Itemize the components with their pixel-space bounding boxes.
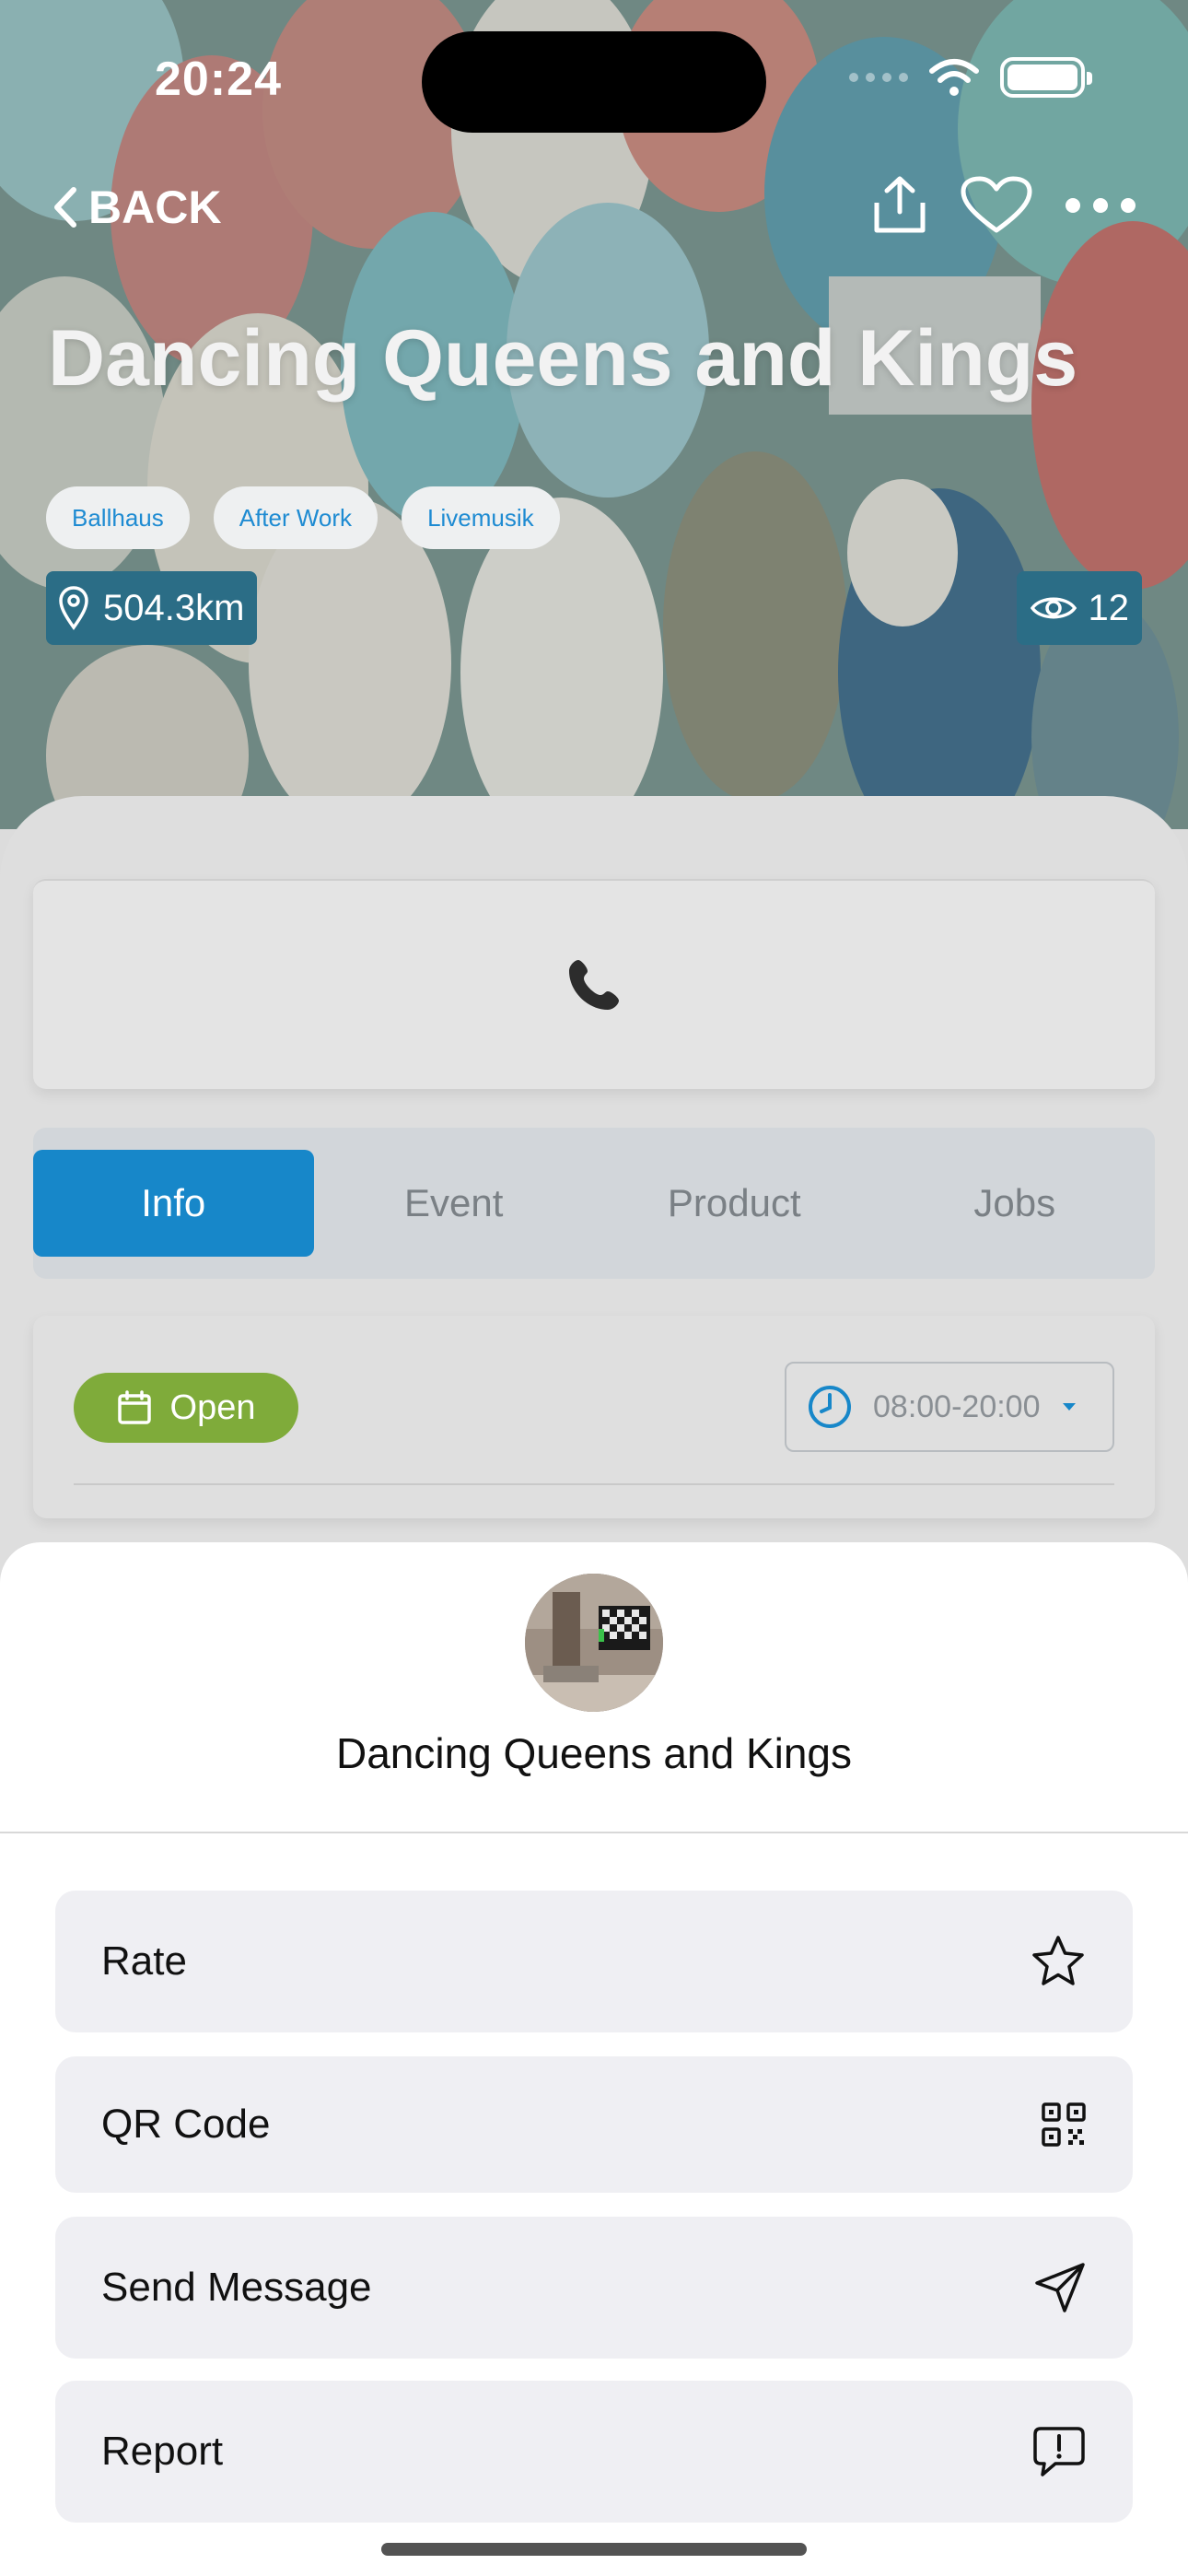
venue-title: Dancing Queens and Kings (48, 314, 1078, 403)
tab-product[interactable]: Product (594, 1150, 875, 1257)
rate-button[interactable]: Rate (55, 1891, 1133, 2032)
calendar-icon (117, 1390, 151, 1424)
caret-down-icon (1062, 1403, 1076, 1411)
share-icon[interactable] (871, 175, 928, 236)
tab-event[interactable]: Event (314, 1150, 595, 1257)
location-pin-icon (59, 586, 88, 631)
home-indicator[interactable] (381, 2543, 807, 2556)
views-count: 12 (1088, 587, 1130, 628)
report-button[interactable]: Report (55, 2381, 1133, 2523)
status-icons (849, 57, 1092, 98)
qr-code-button[interactable]: QR Code (55, 2056, 1133, 2193)
qr-code-icon (1042, 2102, 1086, 2147)
tab-bar: Info Event Product Jobs (33, 1128, 1155, 1279)
hours-dropdown[interactable]: 08:00-20:00 (785, 1362, 1114, 1452)
report-icon (1033, 2427, 1085, 2476)
distance-badge: 504.3km (46, 571, 258, 645)
dynamic-island (422, 31, 766, 133)
chevron-left-icon (54, 187, 76, 228)
views-badge: 12 (1016, 571, 1142, 645)
call-card[interactable] (33, 879, 1155, 1089)
status-time: 20:24 (155, 53, 282, 106)
action-label: Send Message (101, 2265, 372, 2310)
tag-chip[interactable]: Ballhaus (46, 486, 190, 549)
battery-icon (1000, 57, 1092, 98)
action-sheet-title: Dancing Queens and Kings (335, 1729, 853, 1777)
cellular-signal-icon (849, 73, 908, 82)
wifi-icon (929, 59, 979, 96)
tag-chip[interactable]: Livemusik (402, 486, 560, 549)
action-label: Rate (101, 1938, 187, 1984)
eye-icon (1030, 597, 1077, 619)
hours-range: 08:00-20:00 (873, 1388, 1041, 1424)
send-icon (1035, 2263, 1085, 2313)
divider (0, 1832, 1188, 1833)
tab-jobs[interactable]: Jobs (875, 1150, 1156, 1257)
avatar-room-image (525, 1574, 663, 1712)
divider (74, 1483, 1114, 1485)
opening-hours-card: Open 08:00-20:00 (33, 1316, 1155, 1518)
send-message-button[interactable]: Send Message (55, 2217, 1133, 2359)
star-icon (1032, 1936, 1084, 1985)
venue-avatar (525, 1574, 663, 1712)
nav-actions (871, 175, 1136, 236)
back-label: BACK (88, 181, 222, 233)
more-icon[interactable] (1065, 196, 1136, 215)
tab-info[interactable]: Info (33, 1150, 314, 1257)
open-status-badge: Open (74, 1373, 298, 1443)
clock-icon (809, 1386, 851, 1428)
phone-icon[interactable] (565, 956, 623, 1013)
action-label: QR Code (101, 2102, 271, 2147)
tag-list: Ballhaus After Work Livemusik (46, 486, 560, 549)
heart-icon[interactable] (960, 175, 1033, 236)
distance-value: 504.3km (103, 587, 245, 628)
action-label: Report (101, 2429, 224, 2474)
open-status-label: Open (169, 1388, 256, 1427)
back-button[interactable]: BACK (52, 181, 221, 234)
tag-chip[interactable]: After Work (213, 486, 379, 549)
